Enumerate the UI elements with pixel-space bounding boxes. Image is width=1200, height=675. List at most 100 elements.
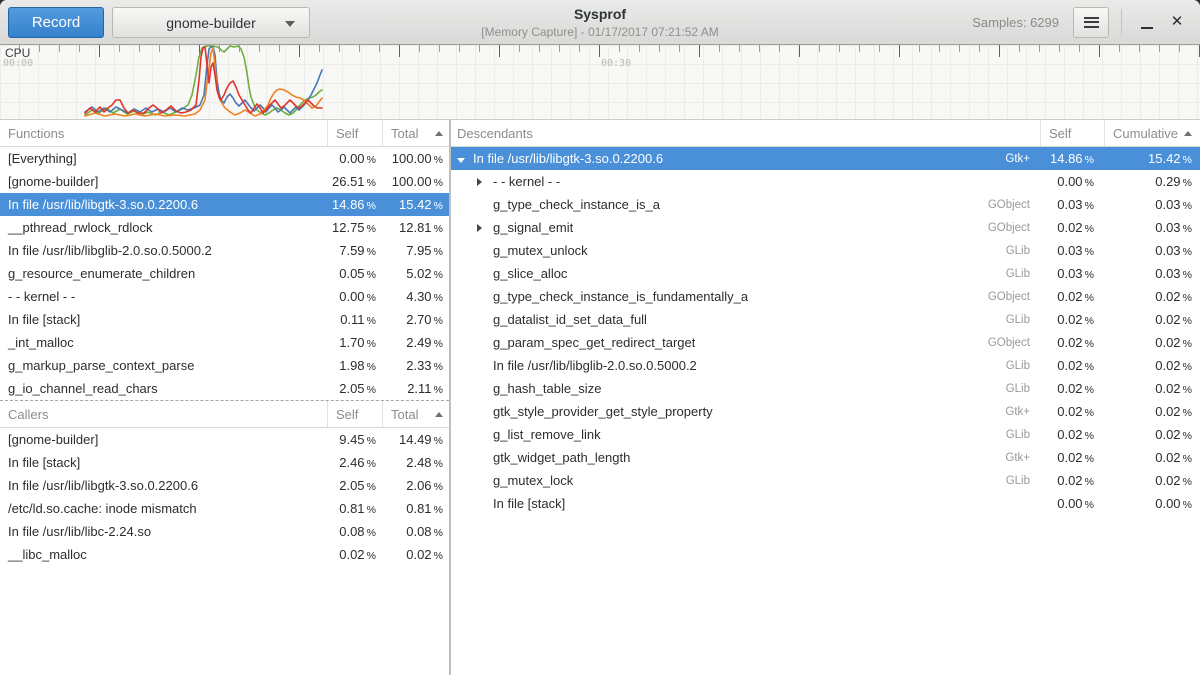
row-function-name: In file /usr/lib/libglib-2.0.so.0.5000.2 bbox=[0, 243, 327, 258]
table-row[interactable]: g_io_channel_read_chars2.05 %2.11 % bbox=[0, 377, 449, 400]
cumulative-column-header[interactable]: Cumulative bbox=[1104, 120, 1200, 146]
row-self-percent: 0.03 % bbox=[1040, 243, 1104, 258]
functions-table-body: [Everything]0.00 %100.00 %[gnome-builder… bbox=[0, 147, 449, 400]
row-self-percent: 0.02 % bbox=[1040, 473, 1104, 488]
tree-row[interactable]: g_datalist_id_set_data_fullGLib0.02 %0.0… bbox=[451, 308, 1200, 331]
row-self-percent: 0.02 % bbox=[1040, 358, 1104, 373]
tree-row[interactable]: g_param_spec_get_redirect_targetGObject0… bbox=[451, 331, 1200, 354]
functions-column-header[interactable]: Functions bbox=[0, 120, 327, 146]
descendants-panel: Descendants Self Cumulative In file /usr… bbox=[451, 120, 1200, 675]
tree-row[interactable]: g_mutex_unlockGLib0.03 %0.03 % bbox=[451, 239, 1200, 262]
row-cumulative-percent: 0.29 % bbox=[1104, 174, 1200, 189]
row-cumulative-percent: 0.00 % bbox=[1104, 496, 1200, 511]
row-cumulative-percent: 0.03 % bbox=[1104, 243, 1200, 258]
chevron-down-icon bbox=[285, 21, 295, 27]
sort-ascending-icon bbox=[435, 412, 443, 417]
row-self-percent: 2.05 % bbox=[327, 478, 382, 493]
tree-row[interactable]: g_slice_allocGLib0.03 %0.03 % bbox=[451, 262, 1200, 285]
total-column-label: Total bbox=[391, 126, 418, 141]
row-total-percent: 12.81 % bbox=[382, 220, 449, 235]
tree-row[interactable]: gtk_style_provider_get_style_propertyGtk… bbox=[451, 400, 1200, 423]
table-row[interactable]: g_markup_parse_context_parse1.98 %2.33 % bbox=[0, 354, 449, 377]
row-self-percent: 0.02 % bbox=[1040, 381, 1104, 396]
callers-column-header[interactable]: Callers bbox=[0, 401, 327, 427]
tree-row[interactable]: - - kernel - -0.00 %0.29 % bbox=[451, 170, 1200, 193]
tree-row[interactable]: In file [stack]0.00 %0.00 % bbox=[451, 492, 1200, 515]
row-total-percent: 2.11 % bbox=[382, 381, 449, 396]
row-function-name: In file [stack] bbox=[0, 312, 327, 327]
row-self-percent: 14.86 % bbox=[1040, 151, 1104, 166]
table-row[interactable]: __libc_malloc0.02 %0.02 % bbox=[0, 543, 449, 566]
tree-row[interactable]: g_type_check_instance_is_aGObject0.03 %0… bbox=[451, 193, 1200, 216]
table-row[interactable]: _int_malloc1.70 %2.49 % bbox=[0, 331, 449, 354]
cpu-usage-lines bbox=[0, 45, 1200, 120]
menu-button[interactable] bbox=[1073, 7, 1109, 38]
expander-collapsed-icon[interactable] bbox=[477, 174, 493, 189]
self-column-header[interactable]: Self bbox=[1040, 120, 1104, 146]
row-self-percent: 9.45 % bbox=[327, 432, 382, 447]
total-column-header[interactable]: Total bbox=[382, 120, 449, 146]
row-self-percent: 0.81 % bbox=[327, 501, 382, 516]
row-self-percent: 0.02 % bbox=[1040, 335, 1104, 350]
row-total-percent: 4.30 % bbox=[382, 289, 449, 304]
table-row[interactable]: [gnome-builder]26.51 %100.00 % bbox=[0, 170, 449, 193]
time-tick-mid: 00:30 bbox=[601, 58, 631, 69]
total-column-header[interactable]: Total bbox=[382, 401, 449, 427]
table-row[interactable]: /etc/ld.so.cache: inode mismatch0.81 %0.… bbox=[0, 497, 449, 520]
tree-row[interactable]: g_signal_emitGObject0.02 %0.03 % bbox=[451, 216, 1200, 239]
self-column-header[interactable]: Self bbox=[327, 120, 382, 146]
tree-row[interactable]: g_list_remove_linkGLib0.02 %0.02 % bbox=[451, 423, 1200, 446]
self-column-header[interactable]: Self bbox=[327, 401, 382, 427]
row-function-name: g_type_check_instance_is_a bbox=[493, 197, 660, 212]
library-badge: GLib bbox=[1006, 245, 1040, 257]
tree-row[interactable]: In file /usr/lib/libgtk-3.so.0.2200.6Gtk… bbox=[451, 147, 1200, 170]
table-row[interactable]: [gnome-builder]9.45 %14.49 % bbox=[0, 428, 449, 451]
cumulative-column-label: Cumulative bbox=[1113, 126, 1178, 141]
tree-row[interactable]: gtk_widget_path_lengthGtk+0.02 %0.02 % bbox=[451, 446, 1200, 469]
row-total-percent: 100.00 % bbox=[382, 151, 449, 166]
callers-panel: Callers Self Total [gnome-builder]9.45 %… bbox=[0, 401, 449, 566]
row-self-percent: 26.51 % bbox=[327, 174, 382, 189]
tree-row[interactable]: g_type_check_instance_is_fundamentally_a… bbox=[451, 285, 1200, 308]
table-row[interactable]: In file /usr/lib/libgtk-3.so.0.2200.614.… bbox=[0, 193, 449, 216]
functions-panel: Functions Self Total [Everything]0.00 %1… bbox=[0, 120, 449, 400]
row-self-percent: 0.00 % bbox=[1040, 174, 1104, 189]
row-total-percent: 7.95 % bbox=[382, 243, 449, 258]
table-row[interactable]: In file /usr/lib/libc-2.24.so0.08 %0.08 … bbox=[0, 520, 449, 543]
table-row[interactable]: In file /usr/lib/libgtk-3.so.0.2200.62.0… bbox=[0, 474, 449, 497]
row-function-name: In file /usr/lib/libgtk-3.so.0.2200.6 bbox=[473, 151, 663, 166]
table-row[interactable]: g_resource_enumerate_children0.05 %5.02 … bbox=[0, 262, 449, 285]
close-button[interactable]: ✕ bbox=[1162, 7, 1192, 37]
row-self-percent: 0.02 % bbox=[1040, 289, 1104, 304]
row-self-percent: 2.05 % bbox=[327, 381, 382, 396]
table-row[interactable]: In file /usr/lib/libglib-2.0.so.0.5000.2… bbox=[0, 239, 449, 262]
row-cumulative-percent: 0.02 % bbox=[1104, 404, 1200, 419]
row-cumulative-percent: 0.02 % bbox=[1104, 427, 1200, 442]
row-function-name: g_param_spec_get_redirect_target bbox=[493, 335, 695, 350]
row-function-name: g_io_channel_read_chars bbox=[0, 381, 327, 396]
cpu-graph[interactable]: CPU 00:00 00:30 bbox=[0, 45, 1200, 120]
row-cumulative-percent: 0.02 % bbox=[1104, 450, 1200, 465]
main-content: Functions Self Total [Everything]0.00 %1… bbox=[0, 120, 1200, 675]
left-pane: Functions Self Total [Everything]0.00 %1… bbox=[0, 120, 449, 675]
tree-row[interactable]: g_mutex_lockGLib0.02 %0.02 % bbox=[451, 469, 1200, 492]
table-row[interactable]: - - kernel - -0.00 %4.30 % bbox=[0, 285, 449, 308]
table-row[interactable]: In file [stack]2.46 %2.48 % bbox=[0, 451, 449, 474]
descendants-column-header[interactable]: Descendants bbox=[451, 120, 1040, 146]
tree-row[interactable]: g_hash_table_sizeGLib0.02 %0.02 % bbox=[451, 377, 1200, 400]
process-selector[interactable]: gnome-builder bbox=[112, 7, 310, 38]
row-function-name: [Everything] bbox=[0, 151, 327, 166]
tree-row[interactable]: In file /usr/lib/libglib-2.0.so.0.5000.2… bbox=[451, 354, 1200, 377]
library-badge: GLib bbox=[1006, 429, 1040, 441]
row-self-percent: 0.00 % bbox=[1040, 496, 1104, 511]
row-function-name: g_mutex_lock bbox=[493, 473, 573, 488]
row-total-percent: 2.33 % bbox=[382, 358, 449, 373]
table-row[interactable]: In file [stack]0.11 %2.70 % bbox=[0, 308, 449, 331]
expander-expanded-icon[interactable] bbox=[457, 151, 473, 166]
library-badge: GObject bbox=[988, 222, 1040, 234]
table-row[interactable]: __pthread_rwlock_rdlock12.75 %12.81 % bbox=[0, 216, 449, 239]
table-row[interactable]: [Everything]0.00 %100.00 % bbox=[0, 147, 449, 170]
expander-collapsed-icon[interactable] bbox=[477, 220, 493, 235]
record-button[interactable]: Record bbox=[8, 7, 104, 38]
minimize-button[interactable] bbox=[1132, 7, 1162, 37]
